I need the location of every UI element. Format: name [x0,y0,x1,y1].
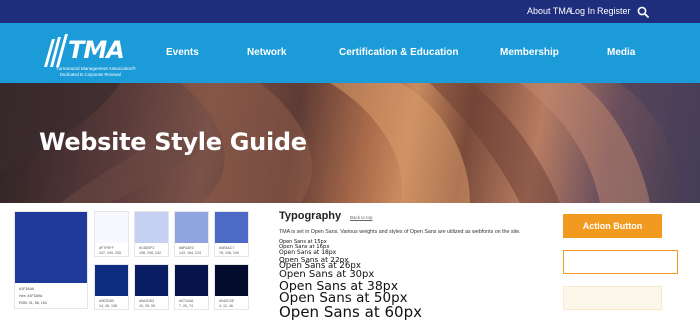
swatch-name: #07144A [179,299,194,303]
ghost-button[interactable] [563,286,662,310]
action-button[interactable]: Action Button [563,214,662,238]
tma-logo[interactable]: TMA Turnaround Management Association® D… [38,33,138,79]
outline-button[interactable] [563,250,678,274]
register-link[interactable]: Register [597,6,631,16]
color-chip [135,212,168,243]
color-chip [135,265,168,296]
nav-item-certification-education[interactable]: Certification & Education [339,47,458,58]
swatch-rgb: 198, 208, 242 [139,251,161,255]
color-chip [215,265,248,296]
nav-item-membership[interactable]: Membership [500,47,559,58]
swatch-rgb: 247, 249, 255 [99,251,121,255]
color-chip [175,212,208,243]
swatch-rgb: 143, 164, 224 [179,251,201,255]
shade-swatch: #0E2D80 14, 45, 128 [94,264,129,310]
swatch-rgb: 78, 106, 199 [219,251,239,255]
shade-swatch: #07144A 7, 20, 74 [174,264,209,310]
logo-tagline: Turnaround Management Association® [56,66,136,71]
swatch-name: #8FA4E0 [179,246,194,250]
color-chip [95,212,128,243]
search-icon[interactable] [637,5,649,18]
logo-subtagline: Dedicated to Corporate Renewal [60,72,121,77]
swatch-rgb: RGB: 31, 58, 154 [19,301,47,305]
nav-item-network[interactable]: Network [247,47,286,58]
top-utility-bar: About TMA Log In Register [0,0,700,23]
color-chip [175,265,208,296]
tint-swatch: #F7F9FF 247, 249, 255 [94,211,129,257]
font-sample-60px: Open Sans at 60px [279,303,422,321]
login-link[interactable]: Log In [570,6,595,16]
color-chip [15,212,87,283]
main-navigation: TMA Turnaround Management Association® D… [0,23,700,83]
primary-color-swatch: #1F3A9A Hex: #1F3A9A RGB: 31, 58, 154 [14,211,88,309]
swatch-rgb: 14, 45, 128 [99,304,117,308]
swatch-name: #C6D0F2 [139,246,155,250]
swatch-name: #4E6AC7 [219,246,235,250]
typography-description: TMA is set in Open Sans. Various weights… [279,229,521,235]
nav-item-media[interactable]: Media [607,47,635,58]
logo-name: TMA [68,36,125,64]
shade-swatch: #0A1D63 10, 29, 99 [134,264,169,310]
swatch-rgb: 10, 29, 99 [139,304,155,308]
swatch-name: #1F3A9A [19,287,34,291]
hero-banner: Website Style Guide [0,83,700,203]
shade-swatch: #040C2E 4, 12, 46 [214,264,249,310]
tint-swatch: #4E6AC7 78, 106, 199 [214,211,249,257]
typography-heading: Typography [279,210,342,222]
swatch-hex: Hex: #1F3A9A [19,294,43,298]
tint-swatch: #8FA4E0 143, 164, 224 [174,211,209,257]
page-title: Website Style Guide [39,128,307,156]
back-to-top-link[interactable]: Back to top [350,215,373,220]
swatch-rgb: 7, 20, 74 [179,304,193,308]
nav-item-events[interactable]: Events [166,47,199,58]
swatch-name: #0A1D63 [139,299,154,303]
swatch-rgb: 4, 12, 46 [219,304,233,308]
swatch-name: #040C2E [219,299,234,303]
tint-swatch: #C6D0F2 198, 208, 242 [134,211,169,257]
swatch-name: #0E2D80 [99,299,114,303]
swatch-name: #F7F9FF [99,246,114,250]
color-chip [215,212,248,243]
color-chip [95,265,128,296]
about-link[interactable]: About TMA [527,6,572,16]
